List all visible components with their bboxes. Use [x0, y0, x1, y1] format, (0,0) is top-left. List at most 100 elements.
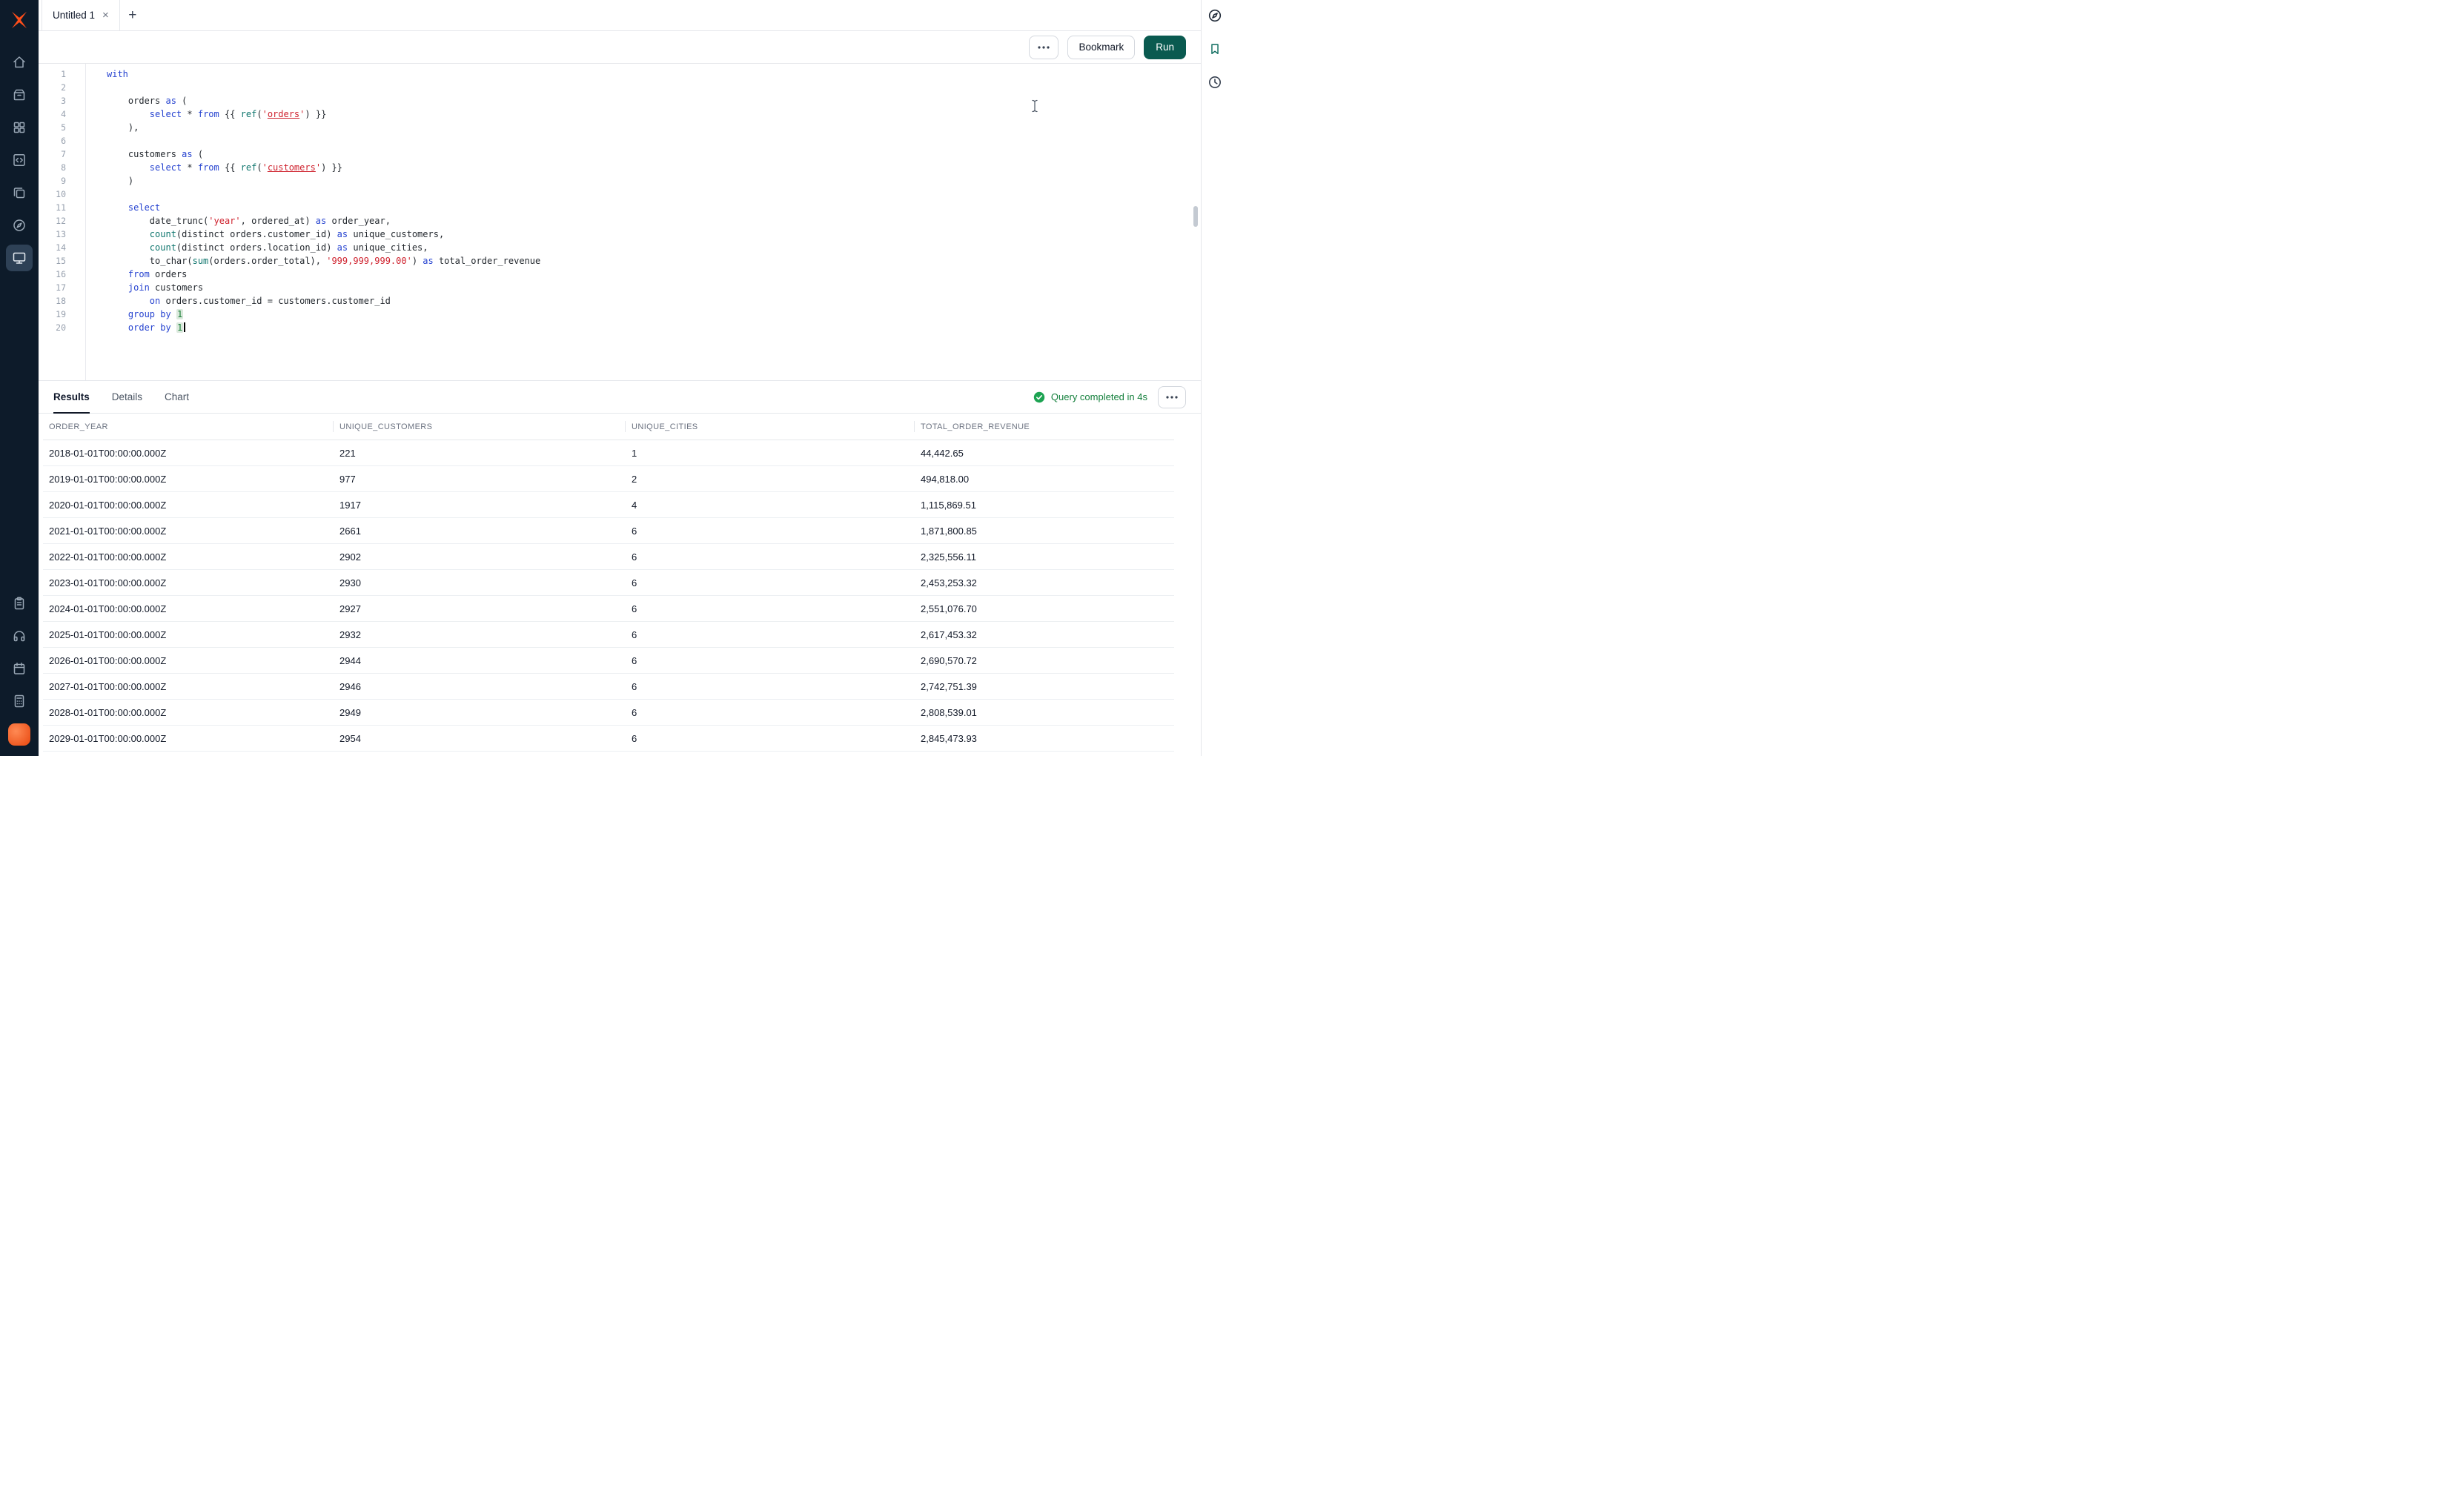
- code-line[interactable]: count(distinct orders.customer_id) as un…: [107, 228, 1201, 241]
- tab-label: Untitled 1: [53, 10, 96, 21]
- syntax-token: orders: [149, 269, 188, 279]
- syntax-token: [107, 109, 150, 119]
- code-line[interactable]: to_char(sum(orders.order_total), '999,99…: [107, 254, 1201, 268]
- bookmarks-panel-button[interactable]: [1207, 41, 1223, 57]
- sidebar-item-home[interactable]: [6, 49, 33, 76]
- code-line[interactable]: group by 1: [107, 308, 1201, 321]
- table-cell: 2020-01-01T00:00:00.000Z: [49, 499, 167, 511]
- table-row[interactable]: 2025-01-01T00:00:00.000Z 2932 6 2,617,453.3…: [43, 622, 1174, 648]
- close-tab-icon[interactable]: ×: [102, 10, 109, 21]
- table-row[interactable]: 2026-01-01T00:00:00.000Z 2944 6 2,690,570.7…: [43, 648, 1174, 674]
- syntax-token: date_trunc(: [107, 216, 209, 226]
- model-ref-link[interactable]: customers: [268, 162, 316, 173]
- table-row[interactable]: 2020-01-01T00:00:00.000Z 1917 4 1,115,869.5…: [43, 492, 1174, 518]
- editor-gutter: 1 2 3 4 5 6 7 8 9 10 11 12 13 14 15 16 17 18 19 20: [39, 64, 86, 380]
- syntax-token: ref: [240, 162, 257, 173]
- syntax-token: [107, 202, 128, 213]
- explore-panel-button[interactable]: [1207, 7, 1223, 24]
- sidebar-item-copies[interactable]: [6, 179, 33, 206]
- line-number: 3: [61, 96, 66, 106]
- line-number: 13: [56, 229, 66, 239]
- sidebar-item-storage[interactable]: [6, 82, 33, 108]
- app-logo[interactable]: [8, 9, 30, 31]
- notebook-icon: [13, 663, 25, 674]
- code-line[interactable]: [107, 188, 1201, 201]
- code-line[interactable]: order by 1: [107, 321, 1201, 334]
- table-row[interactable]: 2023-01-01T00:00:00.000Z 2930 6 2,453,253.3…: [43, 570, 1174, 596]
- table-cell: 6: [632, 706, 637, 718]
- tab-results[interactable]: Results: [53, 381, 90, 414]
- code-line[interactable]: customers as (: [107, 147, 1201, 161]
- sidebar-item-clipboard[interactable]: [6, 590, 33, 617]
- code-line[interactable]: date_trunc('year', ordered_at) as order_…: [107, 214, 1201, 228]
- sidebar-item-terminal[interactable]: [6, 245, 33, 271]
- table-row[interactable]: 2024-01-01T00:00:00.000Z 2927 6 2,551,076.7…: [43, 596, 1174, 622]
- code-line[interactable]: ): [107, 174, 1201, 188]
- table-row[interactable]: 2021-01-01T00:00:00.000Z 2661 6 1,871,800.8…: [43, 518, 1174, 544]
- table-cell: 6: [632, 525, 637, 537]
- table-cell: 2932: [339, 629, 361, 640]
- syntax-token: from: [197, 162, 219, 173]
- code-line[interactable]: from orders: [107, 268, 1201, 281]
- query-status-text: Query completed in 4s: [1050, 391, 1147, 402]
- code-line[interactable]: select * from {{ ref('customers') }}: [107, 161, 1201, 174]
- tab-chart[interactable]: Chart: [165, 381, 189, 413]
- tab-details[interactable]: Details: [112, 381, 142, 413]
- line-number: 16: [56, 269, 66, 279]
- column-header-order-year[interactable]: ORDER_YEAR: [43, 414, 334, 440]
- code-line[interactable]: [107, 134, 1201, 147]
- results-more-button[interactable]: [1158, 385, 1186, 408]
- syntax-token: group by: [127, 309, 171, 319]
- table-row[interactable]: 2029-01-01T00:00:00.000Z 2954 6 2,845,473.9…: [43, 726, 1174, 752]
- sidebar-item-apps[interactable]: [6, 114, 33, 141]
- bookmark-button[interactable]: Bookmark: [1067, 35, 1136, 59]
- syntax-token: join: [127, 282, 150, 293]
- code-line[interactable]: with: [107, 67, 1201, 81]
- syntax-token: [107, 309, 128, 319]
- table-cell: 2028-01-01T00:00:00.000Z: [49, 706, 167, 718]
- run-button[interactable]: Run: [1144, 35, 1186, 59]
- storage-box-icon: [13, 89, 25, 101]
- syntax-token: (distinct orders.location_id): [176, 242, 337, 253]
- code-line[interactable]: on orders.customer_id = customers.custom…: [107, 294, 1201, 308]
- sidebar-item-code[interactable]: [6, 147, 33, 173]
- code-line[interactable]: join customers: [107, 281, 1201, 294]
- syntax-token: ): [411, 256, 423, 266]
- editor-scrollbar-thumb[interactable]: [1193, 206, 1198, 227]
- sidebar-item-support[interactable]: [6, 623, 33, 649]
- table-cell: 2021-01-01T00:00:00.000Z: [49, 525, 167, 537]
- table-row[interactable]: 2028-01-01T00:00:00.000Z 2949 6 2,808,539.0…: [43, 700, 1174, 726]
- code-line[interactable]: count(distinct orders.location_id) as un…: [107, 241, 1201, 254]
- tab-untitled-1[interactable]: Untitled 1 ×: [42, 0, 120, 30]
- table-cell: 2927: [339, 603, 361, 614]
- more-options-button[interactable]: [1029, 35, 1059, 59]
- table-cell: 494,818.00: [921, 473, 970, 485]
- code-line[interactable]: ),: [107, 121, 1201, 134]
- syntax-token: count: [149, 229, 176, 239]
- sidebar-item-notebook[interactable]: [6, 655, 33, 682]
- sidebar-item-explore[interactable]: [6, 212, 33, 239]
- table-row[interactable]: 2022-01-01T00:00:00.000Z 2902 6 2,325,556.1…: [43, 544, 1174, 570]
- new-tab-button[interactable]: +: [120, 0, 145, 30]
- history-panel-button[interactable]: [1207, 74, 1223, 90]
- syntax-token: order by: [127, 322, 171, 333]
- ellipsis-icon: [1038, 45, 1050, 49]
- syntax-token: ),: [107, 122, 139, 133]
- model-ref-link[interactable]: orders: [268, 109, 299, 119]
- table-cell: 2949: [339, 706, 361, 718]
- table-row[interactable]: 2027-01-01T00:00:00.000Z 2946 6 2,742,751.3…: [43, 674, 1174, 700]
- code-line[interactable]: [107, 81, 1201, 94]
- sidebar-item-calculator[interactable]: [6, 688, 33, 714]
- user-avatar[interactable]: [8, 723, 30, 746]
- sql-editor[interactable]: 1 2 3 4 5 6 7 8 9 10 11 12 13 14 15 16 17 18 19 20 with ord…: [39, 64, 1201, 380]
- column-header-unique-customers[interactable]: UNIQUE_CUSTOMERS: [334, 414, 626, 440]
- code-line[interactable]: select: [107, 201, 1201, 214]
- mouse-text-cursor: [1032, 99, 1038, 113]
- line-number: 7: [61, 149, 66, 159]
- column-header-unique-cities[interactable]: UNIQUE_CITIES: [626, 414, 915, 440]
- column-header-total-order-revenue[interactable]: TOTAL_ORDER_REVENUE: [915, 414, 1174, 440]
- table-row[interactable]: 2018-01-01T00:00:00.000Z 221 1 44,442.65: [43, 440, 1174, 466]
- explore-compass-icon: [1208, 9, 1221, 22]
- syntax-token: as: [315, 216, 327, 226]
- table-row[interactable]: 2019-01-01T00:00:00.000Z 977 2 494,818.00: [43, 466, 1174, 492]
